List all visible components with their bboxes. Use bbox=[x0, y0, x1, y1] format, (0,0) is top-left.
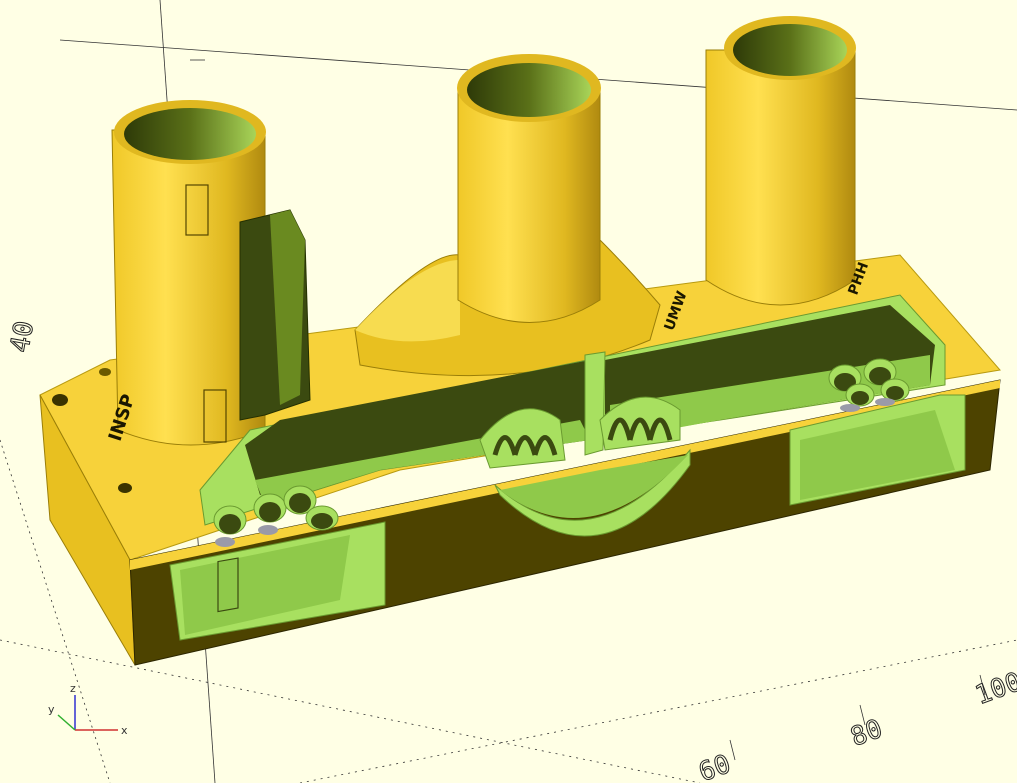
axis-tick-label: 60 bbox=[695, 749, 735, 783]
3d-viewport[interactable]: 40 60 80 100 INSP UMW PHH z x y bbox=[0, 0, 1017, 783]
axis-tick-label: 80 bbox=[847, 714, 887, 753]
mount-hole bbox=[118, 483, 132, 493]
mount-hole bbox=[99, 368, 111, 376]
axis-tick-label: 40 bbox=[5, 319, 40, 355]
gizmo-x-label: x bbox=[121, 724, 128, 737]
mount-hole bbox=[52, 394, 68, 406]
model[interactable]: INSP UMW PHH bbox=[39, 16, 1001, 666]
gizmo-y-label: y bbox=[48, 703, 55, 716]
cylinder-right[interactable] bbox=[705, 16, 856, 306]
scene-svg: 40 60 80 100 INSP UMW PHH z x y bbox=[0, 0, 1017, 783]
axis-tick-label: 100 bbox=[971, 667, 1017, 711]
gizmo-z-label: z bbox=[70, 682, 76, 695]
orientation-gizmo-icon: z x y bbox=[48, 682, 128, 737]
cylinder-middle[interactable] bbox=[354, 54, 661, 377]
